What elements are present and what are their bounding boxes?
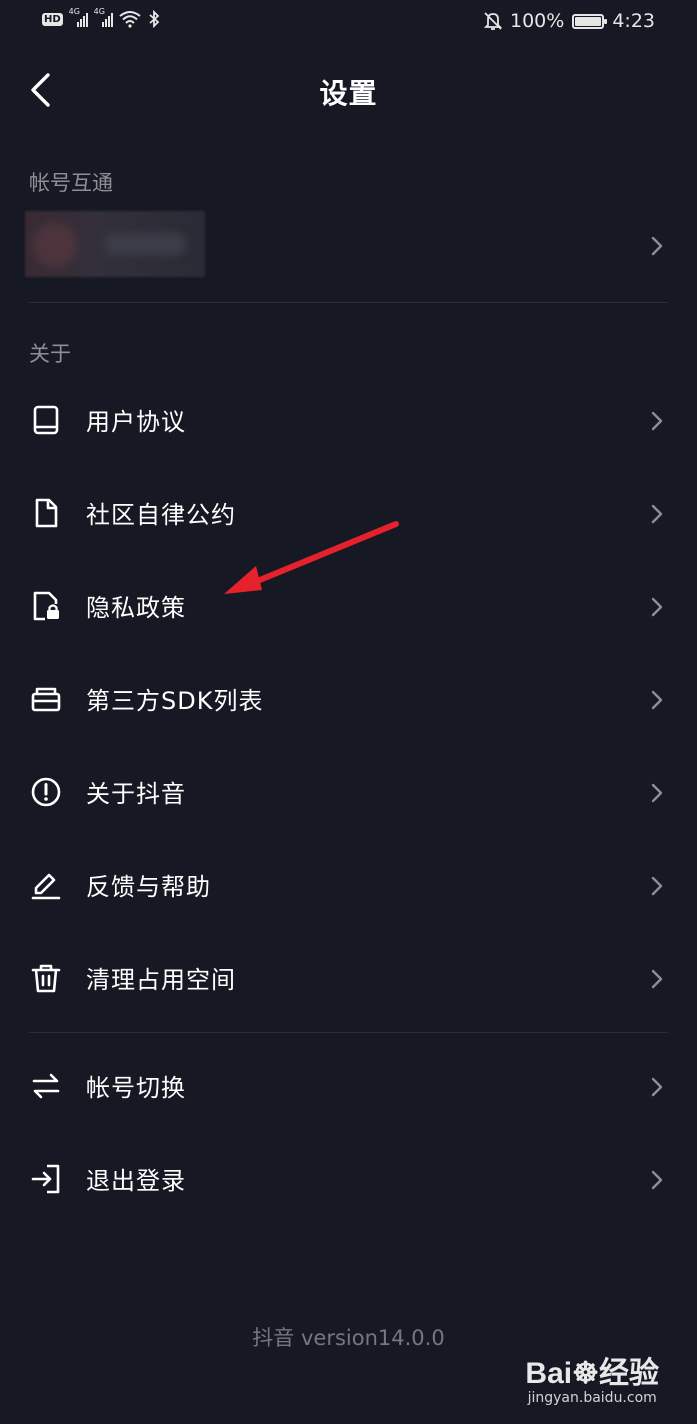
section-label-about: 关于	[29, 342, 71, 366]
document-icon	[35, 498, 58, 528]
chevron-right-icon	[651, 690, 663, 710]
logout-icon	[31, 1164, 60, 1194]
info-circle-icon	[31, 777, 61, 807]
book-icon	[33, 405, 59, 435]
battery-percent: 100%	[510, 10, 565, 32]
menu-item-label: 用户协议	[86, 408, 186, 436]
pencil-icon	[31, 873, 61, 900]
briefcase-icon	[31, 687, 61, 712]
chevron-right-icon	[651, 1170, 663, 1190]
chevron-right-icon	[651, 236, 663, 256]
menu-item-label: 退出登录	[86, 1167, 186, 1195]
battery-icon	[572, 13, 608, 29]
menu-item-logout[interactable]: 退出登录	[0, 1135, 697, 1223]
page-title: 设置	[319, 77, 378, 110]
menu-item-label: 反馈与帮助	[86, 873, 211, 901]
signal-icon: 4G	[69, 7, 88, 27]
section-label-account-sync: 帐号互通	[29, 171, 113, 195]
blurred-account-avatar	[25, 211, 205, 277]
header: 设置	[0, 56, 697, 126]
hd-badge: HD	[42, 12, 63, 26]
watermark-url: jingyan.baidu.com	[527, 1390, 657, 1406]
divider	[29, 1032, 668, 1033]
chevron-right-icon	[651, 411, 663, 431]
linked-account-row[interactable]	[25, 211, 668, 279]
clock: 4:23	[612, 10, 655, 32]
menu-item-user-agreement[interactable]: 用户协议	[0, 376, 697, 464]
chevron-right-icon	[651, 597, 663, 617]
chevron-right-icon	[651, 504, 663, 524]
chevron-right-icon	[651, 876, 663, 896]
trash-icon	[31, 964, 61, 993]
signal-icon: 4G	[94, 7, 113, 27]
chevron-right-icon	[651, 783, 663, 803]
menu-item-label: 第三方SDK列表	[86, 687, 264, 715]
wifi-icon	[119, 11, 141, 28]
menu-item-label: 隐私政策	[86, 594, 186, 622]
status-bar: HD 4G 4G 100% 4:23	[0, 0, 697, 44]
switch-arrows-icon	[32, 1073, 60, 1099]
privacy-lock-icon	[33, 591, 59, 621]
menu-item-label: 社区自律公约	[86, 501, 236, 529]
bell-off-icon	[484, 12, 502, 30]
watermark-logo: Bai☸经验	[525, 1357, 659, 1390]
divider	[29, 302, 668, 303]
chevron-right-icon	[651, 1077, 663, 1097]
menu-item-privacy-policy[interactable]: 隐私政策	[0, 562, 697, 650]
menu-item-label: 清理占用空间	[86, 966, 236, 994]
bluetooth-icon	[149, 10, 159, 28]
menu-item-clear-storage[interactable]: 清理占用空间	[0, 934, 697, 1022]
menu-item-label: 关于抖音	[86, 780, 186, 808]
menu-item-third-party-sdk[interactable]: 第三方SDK列表	[0, 655, 697, 743]
menu-item-label: 帐号切换	[86, 1074, 186, 1102]
menu-item-feedback-help[interactable]: 反馈与帮助	[0, 841, 697, 929]
menu-item-switch-account[interactable]: 帐号切换	[0, 1042, 697, 1130]
paw-icon: ☸	[572, 1357, 599, 1390]
status-left: HD 4G 4G	[42, 7, 161, 28]
menu-item-about-douyin[interactable]: 关于抖音	[0, 748, 697, 836]
chevron-right-icon	[651, 969, 663, 989]
baidu-watermark: Bai☸经验 jingyan.baidu.com	[525, 1348, 659, 1406]
status-right: 100% 4:23	[484, 10, 655, 32]
menu-item-community-guidelines[interactable]: 社区自律公约	[0, 469, 697, 557]
